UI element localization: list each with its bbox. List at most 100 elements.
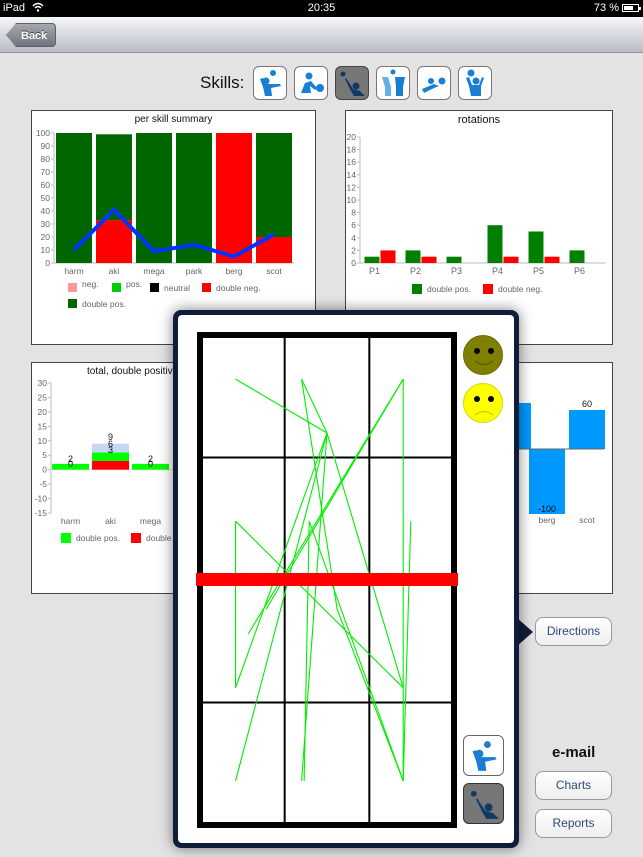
popover-arrow bbox=[517, 618, 533, 646]
sad-face-button[interactable] bbox=[463, 383, 503, 423]
reception-icon bbox=[301, 72, 325, 93]
y-tick-label: 60 bbox=[41, 180, 51, 190]
y-tick-label: 100 bbox=[36, 128, 50, 138]
x-tick-label: aki bbox=[105, 516, 116, 526]
data-label: 0 bbox=[148, 459, 153, 469]
happy-face-icon bbox=[474, 348, 494, 366]
legend-label: double bbox=[146, 533, 172, 543]
skill-set-button[interactable] bbox=[458, 66, 493, 100]
battery-icon bbox=[622, 4, 641, 12]
y-tick-label: 5 bbox=[42, 450, 47, 460]
skill-attack-button[interactable] bbox=[335, 66, 370, 100]
skill-reception-button[interactable] bbox=[294, 66, 329, 100]
y-tick-label: 4 bbox=[351, 233, 356, 243]
bar-segment bbox=[92, 461, 129, 470]
serve-icon bbox=[472, 740, 497, 771]
y-tick-label: 20 bbox=[41, 232, 51, 242]
x-tick-label: harm bbox=[64, 266, 83, 276]
legend-swatch bbox=[112, 283, 121, 292]
legend-label: neutral bbox=[164, 283, 190, 293]
email-reports-button[interactable]: Reports bbox=[535, 809, 612, 838]
y-tick-label: 80 bbox=[41, 154, 51, 164]
bar-double-pos- bbox=[56, 133, 92, 263]
data-label: -100 bbox=[538, 504, 556, 514]
bar-scot bbox=[569, 410, 605, 449]
popover-content bbox=[178, 315, 514, 843]
x-tick-label: P6 bbox=[574, 266, 585, 276]
legend-swatch bbox=[483, 284, 493, 294]
y-tick-label: 20 bbox=[347, 132, 357, 142]
y-tick-label: -5 bbox=[39, 479, 47, 489]
legend-swatch bbox=[68, 283, 77, 292]
y-tick-label: 90 bbox=[41, 141, 51, 151]
y-tick-label: 10 bbox=[41, 245, 51, 255]
y-tick-label: -15 bbox=[35, 508, 48, 518]
legend-swatch bbox=[61, 533, 71, 543]
y-tick-label: 14 bbox=[347, 170, 357, 180]
skill-dig-button[interactable] bbox=[417, 66, 452, 100]
legend-swatch bbox=[202, 283, 211, 292]
bar-double-pos- bbox=[256, 133, 292, 237]
x-tick-label: berg bbox=[538, 515, 555, 525]
legend-label: pos. bbox=[126, 279, 142, 289]
skill-serve-button[interactable] bbox=[253, 66, 288, 100]
x-tick-label: park bbox=[186, 266, 203, 276]
serve-icon bbox=[260, 70, 282, 96]
y-tick-label: 16 bbox=[347, 157, 357, 167]
dig-icon bbox=[422, 77, 446, 93]
back-button[interactable]: Back bbox=[6, 23, 57, 47]
sad-face-icon bbox=[474, 396, 494, 416]
x-tick-label: P3 bbox=[451, 266, 462, 276]
y-tick-label: 0 bbox=[42, 465, 47, 475]
y-tick-label: 50 bbox=[41, 193, 51, 203]
block-icon bbox=[382, 69, 406, 96]
data-label: 60 bbox=[582, 399, 592, 409]
x-tick-label: mega bbox=[140, 516, 162, 526]
court-attack-button[interactable] bbox=[463, 783, 504, 824]
battery-percent: 73 % bbox=[593, 2, 619, 14]
chart-title: per skill summary bbox=[134, 114, 213, 125]
x-tick-label: scot bbox=[579, 515, 595, 525]
y-tick-label: 70 bbox=[41, 167, 51, 177]
email-label: e-mail bbox=[552, 744, 596, 761]
bar-double-pos- bbox=[364, 256, 380, 263]
directions-button[interactable]: Directions bbox=[535, 617, 612, 646]
y-tick-label: -10 bbox=[35, 494, 48, 504]
bar-double-pos- bbox=[569, 250, 585, 263]
y-tick-label: 10 bbox=[347, 195, 357, 205]
y-tick-label: 12 bbox=[347, 182, 357, 192]
data-label: 0 bbox=[68, 459, 73, 469]
x-tick-label: harm bbox=[61, 516, 80, 526]
y-tick-label: 18 bbox=[347, 145, 357, 155]
y-tick-label: 40 bbox=[41, 206, 51, 216]
attack-icon bbox=[470, 790, 499, 819]
data-label: 3 bbox=[108, 445, 113, 455]
legend-label: double neg. bbox=[216, 283, 260, 293]
y-tick-label: 6 bbox=[351, 220, 356, 230]
legend-swatch bbox=[412, 284, 422, 294]
bar-double-neg- bbox=[421, 256, 437, 263]
y-tick-label: 0 bbox=[45, 258, 50, 268]
y-tick-label: 8 bbox=[351, 208, 356, 218]
y-tick-label: 0 bbox=[351, 258, 356, 268]
court-serve-button[interactable] bbox=[463, 735, 504, 776]
x-tick-label: P5 bbox=[533, 266, 544, 276]
skill-block-button[interactable] bbox=[376, 66, 411, 100]
legend-label: double pos. bbox=[76, 533, 120, 543]
battery-status: 73 % bbox=[593, 2, 641, 14]
x-tick-label: berg bbox=[225, 266, 242, 276]
bar-double-pos- bbox=[487, 225, 503, 263]
x-tick-label: P4 bbox=[492, 266, 503, 276]
legend-swatch bbox=[150, 283, 159, 292]
chart-title: rotations bbox=[457, 114, 501, 126]
y-tick-label: 30 bbox=[41, 219, 51, 229]
email-charts-button[interactable]: Charts bbox=[535, 771, 612, 800]
bar-double-pos- bbox=[528, 231, 544, 263]
attack-icon bbox=[340, 71, 366, 96]
status-bar: iPad 20:35 73 % bbox=[0, 0, 643, 17]
y-tick-label: 15 bbox=[38, 421, 48, 431]
bar-double-pos- bbox=[136, 133, 172, 263]
clock: 20:35 bbox=[307, 2, 336, 14]
happy-face-button[interactable] bbox=[463, 335, 503, 375]
bar-double-neg- bbox=[96, 220, 132, 263]
